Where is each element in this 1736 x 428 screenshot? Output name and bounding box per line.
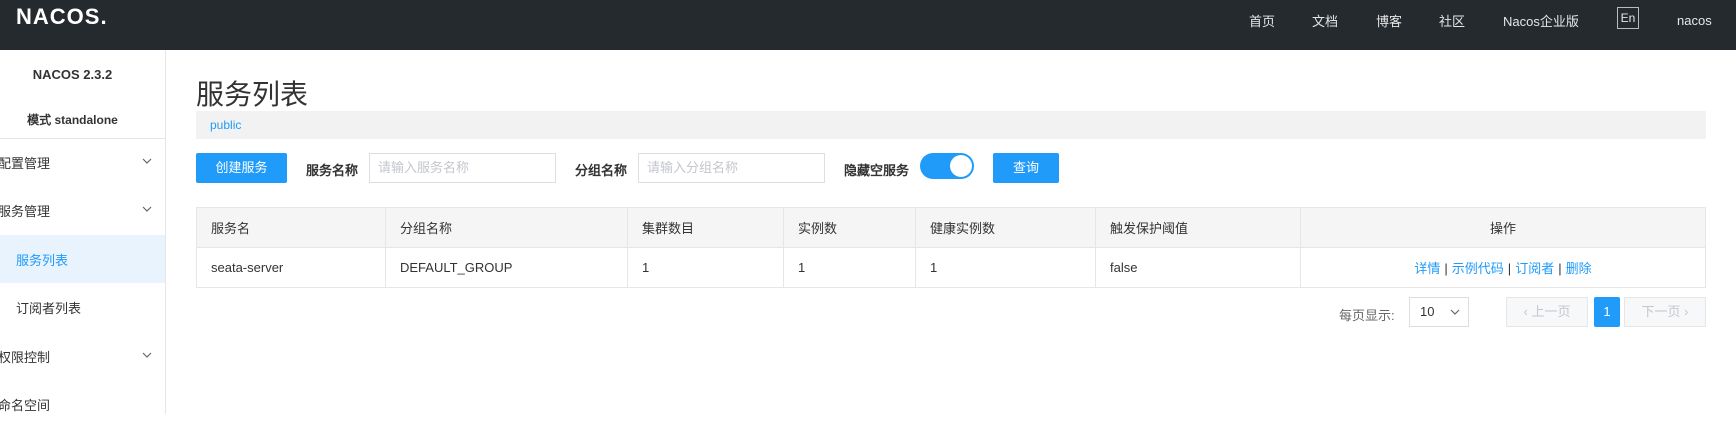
subscribers-link[interactable]: 订阅者: [1515, 261, 1554, 276]
sidebar-item-subscriber-list[interactable]: 订阅者列表: [0, 283, 165, 331]
prev-page-label: 上一页: [1531, 304, 1571, 319]
sidebar-item-access-control[interactable]: 权限控制: [0, 332, 165, 380]
version-label: NACOS 2.3.2: [32, 67, 113, 82]
sidebar-item-label: 权限控制: [0, 349, 51, 365]
details-link[interactable]: 详情: [1414, 261, 1440, 276]
sidebar-item-service-management[interactable]: 服务管理: [0, 186, 165, 234]
page-number-current[interactable]: 1: [1594, 297, 1620, 327]
page-size-value: 10: [1420, 304, 1435, 319]
create-service-button[interactable]: 创建服务: [196, 153, 287, 183]
table-header-row: 服务名 分组名称 集群数目 实例数 健康实例数 触发保护阈值 操作: [196, 207, 1706, 248]
top-navbar: NACOS. 首页 文档 博客 社区 Nacos企业版 En nacos: [0, 0, 1736, 50]
chevron-down-icon: [142, 206, 152, 212]
next-page-button[interactable]: 下一页 ›: [1624, 297, 1706, 327]
column-header-service-name: 服务名: [196, 207, 386, 248]
mode-label: 模式 standalone: [27, 113, 118, 127]
user-name[interactable]: nacos: [1677, 13, 1712, 28]
column-header-instance-count: 实例数: [783, 207, 916, 248]
language-toggle-button[interactable]: En: [1617, 7, 1639, 29]
prev-page-button[interactable]: ‹ 上一页: [1506, 297, 1588, 327]
table-row: seata-server DEFAULT_GROUP 1 1 1 false 详…: [196, 247, 1706, 288]
column-header-healthy-instance-count: 健康实例数: [915, 207, 1096, 248]
sidebar-item-label: 服务管理: [0, 203, 51, 219]
sidebar-item-label: 配置管理: [0, 155, 51, 171]
cell-operations: 详情 | 示例代码 | 订阅者 | 删除: [1300, 247, 1706, 288]
sidebar-item-label: 命名空间: [0, 397, 51, 413]
cell-service-name: seata-server: [196, 247, 386, 288]
page-size-label: 每页显示:: [1339, 308, 1395, 323]
cell-healthy-count: 1: [915, 247, 1096, 288]
nav-blog[interactable]: 博客: [1376, 11, 1402, 30]
service-table: 服务名 分组名称 集群数目 实例数 健康实例数 触发保护阈值 操作 seata-…: [196, 207, 1706, 288]
chevron-down-icon: [142, 158, 152, 164]
sidebar: NACOS 2.3.2 模式 standalone 配置管理 服务管理 服务列表…: [0, 50, 166, 414]
hide-empty-service-toggle[interactable]: [920, 153, 974, 179]
service-name-input[interactable]: 请输入服务名称: [369, 153, 556, 183]
chevron-down-icon: [142, 352, 152, 358]
page-size-select[interactable]: 10: [1409, 297, 1469, 327]
cell-cluster-count: 1: [627, 247, 784, 288]
toggle-knob: [950, 155, 972, 177]
column-header-group-name: 分组名称: [385, 207, 628, 248]
nav-enterprise[interactable]: Nacos企业版: [1503, 11, 1579, 30]
service-name-label: 服务名称: [306, 163, 359, 178]
group-name-label: 分组名称: [575, 163, 628, 178]
nav-docs[interactable]: 文档: [1312, 11, 1338, 30]
nav-community[interactable]: 社区: [1439, 11, 1465, 30]
sidebar-item-label: 订阅者列表: [16, 300, 82, 316]
nav-home[interactable]: 首页: [1249, 11, 1275, 30]
hide-empty-service-label: 隐藏空服务: [844, 163, 910, 178]
chevron-down-icon: [1450, 309, 1460, 315]
chevron-right-icon: ›: [1680, 304, 1689, 319]
namespace-link-public[interactable]: public: [210, 118, 241, 132]
page-title: 服务列表: [196, 79, 309, 110]
sidebar-item-namespace[interactable]: 命名空间: [0, 380, 165, 428]
query-button[interactable]: 查询: [993, 153, 1059, 183]
cell-instance-count: 1: [783, 247, 916, 288]
namespace-bar: public: [196, 111, 1706, 139]
column-header-operations: 操作: [1300, 207, 1706, 248]
separator: |: [1507, 261, 1512, 276]
column-header-protect-threshold: 触发保护阈值: [1095, 207, 1301, 248]
sidebar-item-service-list[interactable]: 服务列表: [0, 235, 165, 283]
cell-group-name: DEFAULT_GROUP: [385, 247, 628, 288]
sidebar-item-config-management[interactable]: 配置管理: [0, 138, 165, 186]
sample-code-link[interactable]: 示例代码: [1452, 261, 1504, 276]
delete-link[interactable]: 删除: [1566, 261, 1592, 276]
next-page-label: 下一页: [1641, 304, 1681, 319]
column-header-cluster-count: 集群数目: [627, 207, 784, 248]
cell-protect-threshold: false: [1095, 247, 1301, 288]
separator: |: [1444, 261, 1448, 276]
separator: |: [1558, 261, 1562, 276]
sidebar-item-label: 服务列表: [16, 252, 69, 268]
group-name-input[interactable]: 请输入分组名称: [638, 153, 825, 183]
nacos-logo[interactable]: NACOS.: [16, 4, 108, 30]
